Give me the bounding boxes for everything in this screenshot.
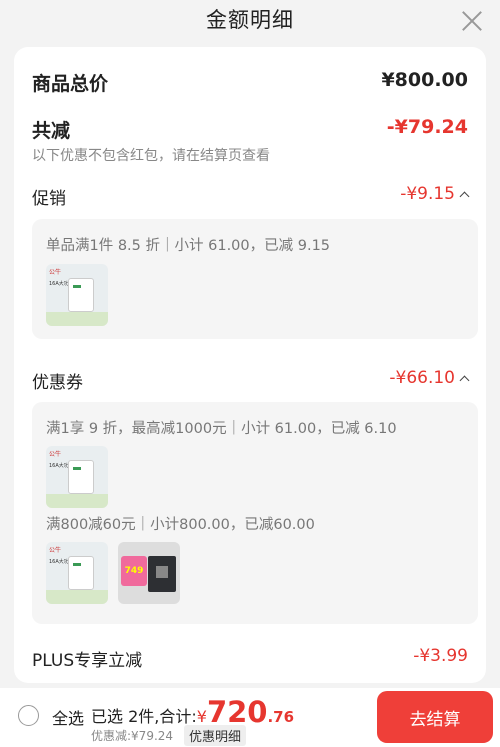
thumb-band xyxy=(46,494,108,508)
chevron-up-icon xyxy=(459,375,470,386)
amount-detail-card: 商品总价 ¥800.00 共减 -¥79.24 以下优惠不包含红包，请在结算页查… xyxy=(14,47,486,683)
promotion-detail-text: 单品满1件 8.5 折｜小计 61.00，已减 9.15 xyxy=(46,238,331,254)
product-thumbnail[interactable]: 公牛 16A大功率插座 xyxy=(46,542,108,604)
coupon-label: 优惠券 xyxy=(32,373,83,393)
promotion-toggle[interactable]: -¥9.15 xyxy=(400,184,470,204)
coupon-value: -¥66.10 xyxy=(389,368,455,388)
checkout-button[interactable]: 去结算 xyxy=(377,691,493,743)
socket-image xyxy=(68,556,94,590)
coupon-toggle[interactable]: -¥66.10 xyxy=(389,368,470,388)
coupon-detail-text-2: 满800减60元｜小计800.00，已减60.00 xyxy=(46,517,315,533)
checkout-bar: 全选 已选 2件,合计:¥720.76 优惠减:¥79.24 优惠明细 去结算 xyxy=(0,688,500,747)
coupon-detail-box: 满1享 9 折，最高减1000元｜小计 61.00，已减 6.10 公牛 16A… xyxy=(32,402,478,624)
total-amount-integer: 720 xyxy=(206,695,268,729)
coupon-detail-text-1: 满1享 9 折，最高减1000元｜小计 61.00，已减 6.10 xyxy=(46,421,397,437)
chevron-up-icon xyxy=(459,191,470,202)
plus-label: PLUS专享立减 xyxy=(32,651,143,671)
thumb-brand: 公牛 xyxy=(49,269,62,276)
thumb-brand: 公牛 xyxy=(49,451,62,458)
promotion-detail-box: 单品满1件 8.5 折｜小计 61.00，已减 9.15 公牛 16A大功率插座 xyxy=(32,219,478,339)
product-thumbnail[interactable]: 公牛 16A大功率插座 xyxy=(46,264,108,326)
close-icon[interactable] xyxy=(460,8,484,32)
select-all-radio[interactable] xyxy=(18,705,39,726)
total-amount-decimal: .76 xyxy=(267,708,295,726)
promotion-value: -¥9.15 xyxy=(400,184,455,204)
total-reduction-label: 共减 xyxy=(32,120,71,142)
plus-value: -¥3.99 xyxy=(413,646,468,666)
reduction-note: 以下优惠不包含红包，请在结算页查看 xyxy=(32,148,270,164)
socket-image xyxy=(68,278,94,312)
motherboard-image xyxy=(148,556,176,592)
promotion-label: 促销 xyxy=(32,189,66,209)
header: 金额明细 xyxy=(0,0,500,44)
select-all-label[interactable]: 全选 xyxy=(52,705,84,729)
discount-detail-button[interactable]: 优惠明细 xyxy=(184,725,247,746)
thumb-brand: 公牛 xyxy=(49,547,62,554)
product-thumbnail[interactable]: 公牛 16A大功率插座 xyxy=(46,446,108,508)
socket-image xyxy=(68,460,94,494)
currency-symbol: ¥ xyxy=(196,707,207,726)
selected-count-text: 已选 2件,合计: xyxy=(91,707,197,726)
price-badge: 749 xyxy=(121,556,147,586)
thumb-band xyxy=(46,312,108,326)
discount-text: 优惠减:¥79.24 xyxy=(91,729,174,743)
thumb-band xyxy=(46,590,108,604)
total-reduction-value: -¥79.24 xyxy=(386,116,468,138)
product-thumbnail[interactable]: 749 xyxy=(118,542,180,604)
page-title: 金额明细 xyxy=(206,8,294,32)
selected-total: 已选 2件,合计:¥720.76 xyxy=(91,695,294,729)
total-price-value: ¥800.00 xyxy=(381,69,468,91)
total-price-label: 商品总价 xyxy=(32,73,109,95)
